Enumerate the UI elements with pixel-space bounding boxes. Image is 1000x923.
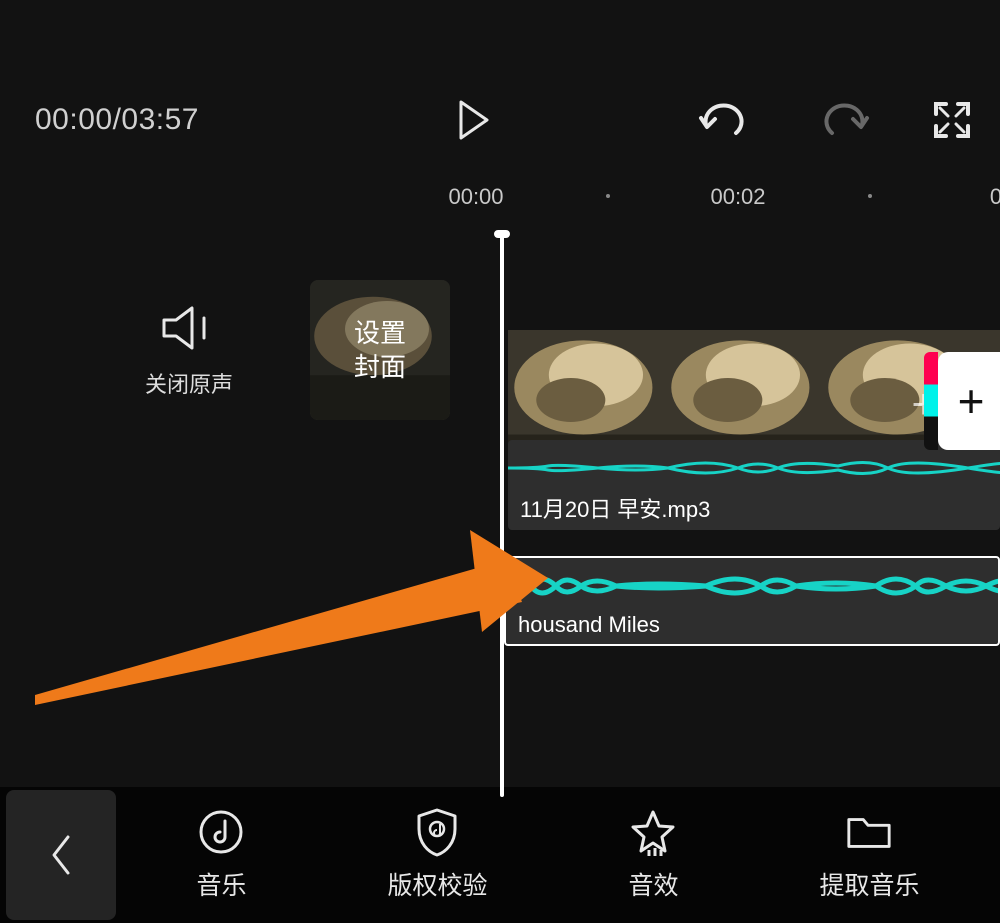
transport-bar: 00:00/03:57 <box>0 90 1000 150</box>
set-cover-button[interactable]: 设置 封面 <box>310 280 450 420</box>
ruler-dot <box>606 194 610 198</box>
toolbar-items: 音乐 版权校验 音效 提取音乐 <box>116 808 1000 902</box>
toolbar-item-music[interactable]: 音乐 <box>196 808 246 902</box>
playhead[interactable] <box>500 230 504 797</box>
speaker-icon <box>160 304 218 352</box>
play-button[interactable] <box>452 98 496 142</box>
star-icon <box>629 808 677 856</box>
audio-track[interactable]: 11月20日 早安.mp3 <box>508 440 1000 530</box>
plus-icon: + <box>958 374 985 428</box>
timeline-area[interactable]: 关闭原声 设置 封面 <box>0 230 1000 793</box>
time-display: 00:00/03:57 <box>35 103 199 137</box>
cover-label: 设置 封面 <box>354 316 406 384</box>
waveform-icon <box>506 566 1000 606</box>
bottom-toolbar: 音乐 版权校验 音效 提取音乐 <box>0 787 1000 923</box>
video-editor-app: 00:00/03:57 00:00 <box>0 0 1000 923</box>
music-icon <box>197 808 245 856</box>
toolbar-label: 版权校验 <box>387 866 487 902</box>
undo-icon <box>698 103 744 137</box>
fullscreen-icon <box>933 101 971 139</box>
chevron-left-icon <box>48 833 74 877</box>
toolbar-label: 音乐 <box>196 866 246 902</box>
toolbar-item-copyright-verify[interactable]: 版权校验 <box>387 808 487 902</box>
ruler-tick: 0 <box>990 184 1000 210</box>
toolbar-item-sound-effects[interactable]: 音效 <box>628 808 678 902</box>
add-clip-button[interactable]: + <box>938 352 1000 450</box>
redo-icon <box>824 103 870 137</box>
redo-button[interactable] <box>822 98 872 142</box>
ruler-tick: 00:02 <box>710 184 765 210</box>
undo-button[interactable] <box>696 98 746 142</box>
mute-label: 关闭原声 <box>145 367 233 399</box>
mute-original-audio-button[interactable]: 关闭原声 <box>145 304 233 399</box>
play-icon <box>457 100 491 140</box>
folder-icon <box>845 808 893 856</box>
audio-track-selected[interactable]: housand Miles <box>504 556 1000 646</box>
shield-icon <box>413 808 461 856</box>
audio-clip-filename: 11月20日 早安.mp3 <box>520 492 710 524</box>
audio-clip-filename: housand Miles <box>518 612 660 638</box>
ruler-dot <box>868 194 872 198</box>
toolbar-label: 音效 <box>628 866 678 902</box>
ruler-tick: 00:00 <box>448 184 503 210</box>
back-button[interactable] <box>6 790 116 920</box>
waveform-icon <box>508 448 1000 488</box>
timeline-ruler[interactable]: 00:00 00:02 0 <box>0 184 1000 214</box>
fullscreen-button[interactable] <box>930 98 974 142</box>
toolbar-item-extract-music[interactable]: 提取音乐 <box>819 808 919 902</box>
toolbar-label: 提取音乐 <box>819 866 919 902</box>
